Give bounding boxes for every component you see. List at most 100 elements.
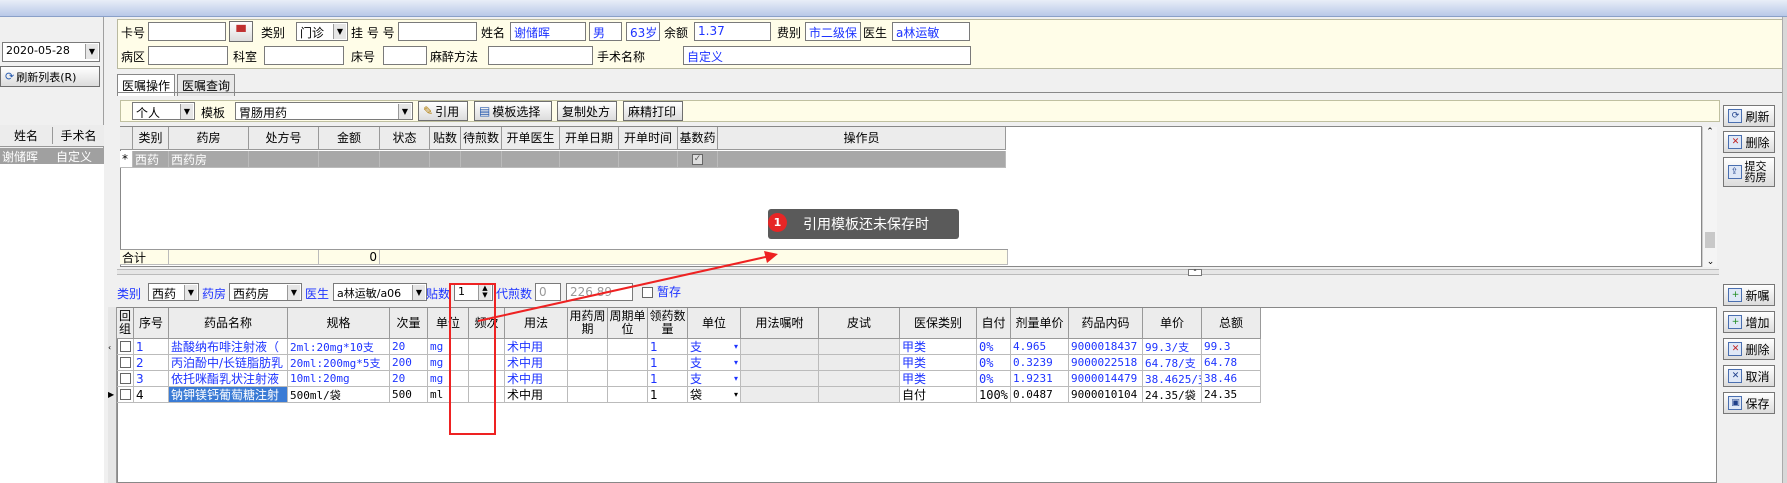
cell-group[interactable] xyxy=(117,339,134,355)
cell-period[interactable] xyxy=(568,355,608,371)
cell-seq[interactable]: 2 xyxy=(134,355,169,371)
cell-instruction[interactable] xyxy=(741,355,819,371)
cell-insurance[interactable]: 甲类 xyxy=(900,339,977,355)
cell-period[interactable] xyxy=(568,339,608,355)
add-button[interactable]: + 增加 xyxy=(1723,311,1775,333)
cell-dose[interactable]: 20 xyxy=(390,339,428,355)
cell-self-pay[interactable]: 100% xyxy=(977,387,1011,403)
splitter[interactable]: ⌃ xyxy=(117,269,1719,276)
cell-usage[interactable]: 术中用 xyxy=(505,387,568,403)
cell-skin-test[interactable] xyxy=(819,387,900,403)
narcotic-print-button[interactable]: 麻精打印 xyxy=(623,101,683,121)
cell-period-unit[interactable] xyxy=(608,371,648,387)
date-select[interactable]: 2020-05-28 ▼ xyxy=(2,42,100,62)
order-row[interactable]: 2 丙泊酚中/长链脂肪乳 20ml:200mg*5支 200 mg 术中用 1 支 ▾ 甲类 0% 0… xyxy=(117,355,1261,371)
dept-input[interactable] xyxy=(264,46,344,65)
cell-qty-unit[interactable]: 支 ▾ xyxy=(688,355,741,371)
right-edge-scrollbar[interactable] xyxy=(1782,17,1787,483)
group-checkbox[interactable] xyxy=(119,389,131,400)
cell-seq[interactable]: 4 xyxy=(134,387,169,403)
cell-skin-test[interactable] xyxy=(819,339,900,355)
group-checkbox[interactable] xyxy=(119,341,131,352)
cell-group[interactable] xyxy=(117,387,134,403)
delete-prescription-button[interactable]: ✕ 删除 xyxy=(1723,131,1775,153)
cell-qty-unit[interactable]: 袋 ▾ xyxy=(688,387,741,403)
cell-drug-name[interactable]: 依托咪酯乳状注射液 xyxy=(169,371,288,387)
group-checkbox[interactable] xyxy=(119,357,131,368)
card-reader-button[interactable]: ▀ xyxy=(229,21,253,42)
filter-pharmacy-select[interactable]: 西药房 ▼ xyxy=(229,283,302,301)
cell-skin-test[interactable] xyxy=(819,355,900,371)
cell-drug-code[interactable]: 9000018437 xyxy=(1069,339,1143,355)
group-checkbox[interactable] xyxy=(119,373,131,384)
cell-spec[interactable]: 10ml:20mg xyxy=(288,371,390,387)
quote-button[interactable]: ✎ 引用 xyxy=(418,101,468,121)
cell-group[interactable] xyxy=(117,355,134,371)
cell-qty[interactable]: 1 xyxy=(648,387,688,403)
scroll-thumb[interactable] xyxy=(1705,232,1715,248)
cell-drug-code[interactable]: 9000014479 xyxy=(1069,371,1143,387)
save-button[interactable]: ▣ 保存 xyxy=(1723,392,1775,414)
cell-spec[interactable]: 20ml:200mg*5支 xyxy=(288,355,390,371)
cell-price[interactable]: 38.4625/支 xyxy=(1143,371,1202,387)
ward-input[interactable] xyxy=(148,46,228,65)
cell-instruction[interactable] xyxy=(741,387,819,403)
cell-dose[interactable]: 500 xyxy=(390,387,428,403)
cell-price[interactable]: 64.78/支 xyxy=(1143,355,1202,371)
cell-group[interactable] xyxy=(117,371,134,387)
cell-self-pay[interactable]: 0% xyxy=(977,339,1011,355)
card-input[interactable] xyxy=(148,22,226,41)
cell-instruction[interactable] xyxy=(741,371,819,387)
cell-price[interactable]: 99.3/支 xyxy=(1143,339,1202,355)
cell-qty[interactable]: 1 xyxy=(648,355,688,371)
cell-self-pay[interactable]: 0% xyxy=(977,371,1011,387)
cell-dose-price[interactable]: 0.3239 xyxy=(1011,355,1069,371)
scope-select[interactable]: 个人 ▼ xyxy=(132,102,195,120)
anes-input[interactable] xyxy=(488,46,593,65)
cell-usage[interactable]: 术中用 xyxy=(505,371,568,387)
cell-qty-unit[interactable]: 支 ▾ xyxy=(688,339,741,355)
prescription-row[interactable]: * 西药 西药房 ✓ xyxy=(120,151,1006,168)
cell-dose-price[interactable]: 4.965 xyxy=(1011,339,1069,355)
cell-seq[interactable]: 3 xyxy=(134,371,169,387)
cell-price[interactable]: 24.35/袋 xyxy=(1143,387,1202,403)
order-row[interactable]: 1 盐酸纳布啡注射液（ 2ml:20mg*10支 20 mg 术中用 1 支 ▾ 甲类 0% 4.96… xyxy=(117,339,1261,355)
order-row[interactable]: 3 依托咪酯乳状注射液 10ml:20mg 20 mg 术中用 1 支 ▾ 甲类 0% 1.9231 9… xyxy=(117,371,1261,387)
submit-pharmacy-button[interactable]: ⇪ 提交药房 xyxy=(1723,157,1775,187)
cell-usage[interactable]: 术中用 xyxy=(505,339,568,355)
cell-skin-test[interactable] xyxy=(819,371,900,387)
cell-dose-price[interactable]: 1.9231 xyxy=(1011,371,1069,387)
bed-input[interactable] xyxy=(383,46,427,65)
cell-drug-name[interactable]: 钠钾镁钙葡萄糖注射 xyxy=(169,387,288,403)
cell-period-unit[interactable] xyxy=(608,355,648,371)
refresh-list-button[interactable]: ⟳ 刷新列表(R) xyxy=(0,66,100,87)
cell-spec[interactable]: 2ml:20mg*10支 xyxy=(288,339,390,355)
cell-total[interactable]: 64.78 xyxy=(1202,355,1261,371)
cell-total[interactable]: 99.3 xyxy=(1202,339,1261,355)
cell-drug-code[interactable]: 9000010104 xyxy=(1069,387,1143,403)
cell-period[interactable] xyxy=(568,371,608,387)
delete-order-button[interactable]: ✕ 删除 xyxy=(1723,338,1775,360)
reg-input[interactable] xyxy=(398,22,477,41)
cell-period-unit[interactable] xyxy=(608,387,648,403)
cell-dose[interactable]: 20 xyxy=(390,371,428,387)
cell-insurance[interactable]: 甲类 xyxy=(900,355,977,371)
refresh-button[interactable]: ⟳ 刷新 xyxy=(1723,105,1775,127)
cell-total[interactable]: 38.46 xyxy=(1202,371,1261,387)
new-order-button[interactable]: + 新嘱 xyxy=(1723,284,1775,306)
cell-drug-name[interactable]: 丙泊酚中/长链脂肪乳 xyxy=(169,355,288,371)
cell-drug-name[interactable]: 盐酸纳布啡注射液（ xyxy=(169,339,288,355)
cell-qty[interactable]: 1 xyxy=(648,371,688,387)
template-select[interactable]: 胃肠用药 ▼ xyxy=(235,102,413,120)
visit-type-select[interactable]: 门诊 ▼ xyxy=(296,22,348,41)
cell-insurance[interactable]: 自付 xyxy=(900,387,977,403)
cell-drug-code[interactable]: 9000022518 xyxy=(1069,355,1143,371)
cell-qty[interactable]: 1 xyxy=(648,339,688,355)
cell-dose-price[interactable]: 0.0487 xyxy=(1011,387,1069,403)
cell-base-drug[interactable]: ✓ xyxy=(678,151,718,168)
cell-usage[interactable]: 术中用 xyxy=(505,355,568,371)
upper-scrollbar[interactable]: ⌃ ⌄ xyxy=(1702,127,1717,267)
filter-doctor-select[interactable]: a林运敏/a06 ▼ xyxy=(333,283,427,301)
cell-seq[interactable]: 1 xyxy=(134,339,169,355)
cell-period[interactable] xyxy=(568,387,608,403)
